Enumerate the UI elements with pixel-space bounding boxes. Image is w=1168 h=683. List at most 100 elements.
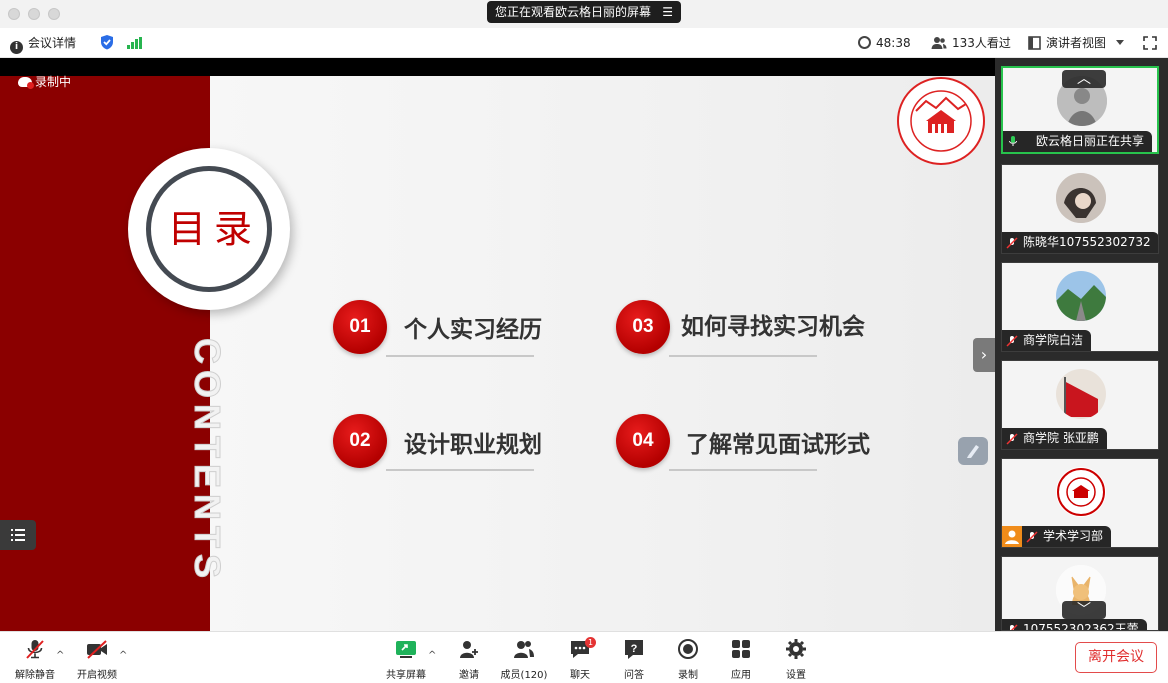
mic-muted-icon xyxy=(1010,624,1018,630)
table-of-contents-badge: 目录 xyxy=(128,148,290,310)
video-options-caret[interactable]: ^ xyxy=(119,650,127,661)
scroll-up-button[interactable]: ︿ xyxy=(1062,70,1106,88)
meeting-window: 您正在观看欧云格日丽的屏幕 ☰ i 会议详情 48:38 133人看过 演讲者视图 xyxy=(0,0,1168,683)
settings-label: 设置 xyxy=(786,670,806,681)
speaker-view-icon xyxy=(1028,36,1041,50)
contents-vertical-text: CONTENTS xyxy=(187,338,230,598)
contents-word: CONTENTS xyxy=(187,338,229,585)
share-screen-label: 共享屏幕 xyxy=(386,670,426,681)
mic-muted-icon xyxy=(1006,237,1018,249)
signal-strength-icon[interactable] xyxy=(127,37,143,49)
mic-muted-icon xyxy=(1006,335,1018,347)
participant-name: 107552302362王蕾 xyxy=(1002,619,1147,631)
mic-muted-icon xyxy=(1026,531,1038,543)
mic-muted-icon xyxy=(26,640,44,659)
record-icon xyxy=(678,639,698,659)
item-number-4: 04 xyxy=(616,414,670,468)
item-number-2: 02 xyxy=(333,414,387,468)
fullscreen-icon xyxy=(1143,36,1157,50)
item-label-1: 个人实习经历 xyxy=(404,317,542,343)
participant-name-text: 学术学习部 xyxy=(1043,529,1104,543)
slide-background xyxy=(210,76,995,631)
minimize-window-button[interactable] xyxy=(28,8,40,20)
avatar xyxy=(1056,369,1106,419)
list-icon xyxy=(11,529,25,541)
participant-name: 陈晓华107552302732 xyxy=(1002,232,1158,253)
avatar xyxy=(1056,467,1106,517)
share-screen-icon xyxy=(396,641,416,658)
participant-tile[interactable]: 商学院白洁 xyxy=(1001,262,1159,352)
view-mode-label: 演讲者视图 xyxy=(1046,36,1107,50)
unmute-label: 解除静音 xyxy=(15,670,55,681)
scroll-down-button[interactable]: ﹀ xyxy=(1062,601,1106,619)
clock-icon xyxy=(858,36,871,49)
shared-screen-area: 目录 CONTENTS 01 个人实习经历 02 设计职业规划 03 如何寻找实… xyxy=(0,58,995,631)
close-window-button[interactable] xyxy=(8,8,20,20)
chevron-right-icon: › xyxy=(980,345,988,364)
viewer-count[interactable]: 133人看过 xyxy=(931,28,1011,58)
item-underline xyxy=(386,469,534,471)
meeting-toolbar: 解除静音 ^ 开启视频 ^ 共享屏幕 ^ 邀请 成员(120) 聊天 ? 问答 xyxy=(0,631,1168,683)
security-shield-icon[interactable] xyxy=(99,28,115,58)
fullscreen-button[interactable] xyxy=(1143,28,1162,58)
title-bar: 您正在观看欧云格日丽的屏幕 ☰ xyxy=(0,0,1168,28)
mic-active-icon xyxy=(1009,136,1017,146)
participant-name: 商学院白洁 xyxy=(1002,330,1092,351)
add-person-icon xyxy=(460,641,478,658)
chevron-up-icon: ︿ xyxy=(1077,71,1091,87)
recording-cloud-icon xyxy=(18,77,34,89)
pen-icon xyxy=(967,445,979,458)
zoom-window-button[interactable] xyxy=(48,8,60,20)
view-mode-dropdown[interactable]: 演讲者视图 xyxy=(1028,28,1124,58)
slide-title: 目录 xyxy=(167,207,260,251)
viewing-screen-text: 您正在观看欧云格日丽的屏幕 xyxy=(495,5,652,19)
avatar xyxy=(1056,271,1106,321)
person-icon xyxy=(1002,526,1022,547)
participant-tile[interactable]: 商学院 张亚鹏 xyxy=(1001,360,1159,450)
university-logo xyxy=(897,77,985,165)
menu-icon[interactable]: ☰ xyxy=(662,1,673,23)
participant-tile[interactable]: 107552302362王蕾 xyxy=(1001,556,1159,631)
participant-name: 商学院 张亚鹏 xyxy=(1002,428,1107,449)
presentation-slide: 目录 CONTENTS 01 个人实习经历 02 设计职业规划 03 如何寻找实… xyxy=(0,76,995,631)
participant-tile[interactable]: 学术学习部 xyxy=(1001,458,1159,548)
members-icon xyxy=(514,641,534,658)
recording-label: 录制中 xyxy=(35,75,72,89)
viewing-screen-indicator[interactable]: 您正在观看欧云格日丽的屏幕 ☰ xyxy=(487,1,681,23)
chevron-down-icon: ﹀ xyxy=(1077,602,1091,618)
item-underline xyxy=(386,355,534,357)
item-underline xyxy=(669,469,817,471)
chat-unread-badge: 1 xyxy=(585,637,596,648)
recording-indicator: 录制中 xyxy=(18,73,71,90)
slide-list-button[interactable] xyxy=(0,520,36,550)
avatar xyxy=(1056,173,1106,223)
item-number-3: 03 xyxy=(616,300,670,354)
participant-name-text: 107552302362王蕾 xyxy=(1023,622,1139,631)
apps-icon xyxy=(732,640,750,658)
participant-name-text: 商学院 张亚鹏 xyxy=(1023,431,1099,445)
elapsed-time-value: 48:38 xyxy=(876,36,911,50)
meeting-details-label: 会议详情 xyxy=(28,36,77,50)
leave-meeting-button[interactable]: 离开会议 xyxy=(1075,642,1157,673)
participant-name-text: 欧云格日丽正在共享 xyxy=(1036,134,1145,148)
viewer-count-value: 133人看过 xyxy=(952,36,1011,50)
item-label-4: 了解常见面试形式 xyxy=(686,432,870,458)
chevron-down-icon xyxy=(1115,40,1124,45)
participant-name-text: 陈晓华107552302732 xyxy=(1023,235,1151,249)
annotation-tool-button[interactable] xyxy=(958,437,988,465)
participant-tile[interactable]: 陈晓华107552302732 xyxy=(1001,164,1159,254)
settings-button[interactable]: 设置 xyxy=(761,636,831,682)
people-icon xyxy=(931,37,947,49)
badge-ring: 目录 xyxy=(146,166,272,292)
start-video-label: 开启视频 xyxy=(77,670,117,681)
svg-text:?: ? xyxy=(631,643,638,655)
participant-name: 欧云格日丽正在共享 xyxy=(1003,131,1153,152)
meeting-details-button[interactable]: i 会议详情 xyxy=(10,28,76,58)
elapsed-time: 48:38 xyxy=(858,28,911,58)
mic-muted-icon xyxy=(1006,433,1018,445)
question-icon: ? xyxy=(625,640,643,659)
info-icon: i xyxy=(10,41,23,54)
collapse-panel-button[interactable]: › xyxy=(973,338,995,372)
gear-icon xyxy=(786,639,806,659)
participant-name-text: 商学院白洁 xyxy=(1023,333,1084,347)
